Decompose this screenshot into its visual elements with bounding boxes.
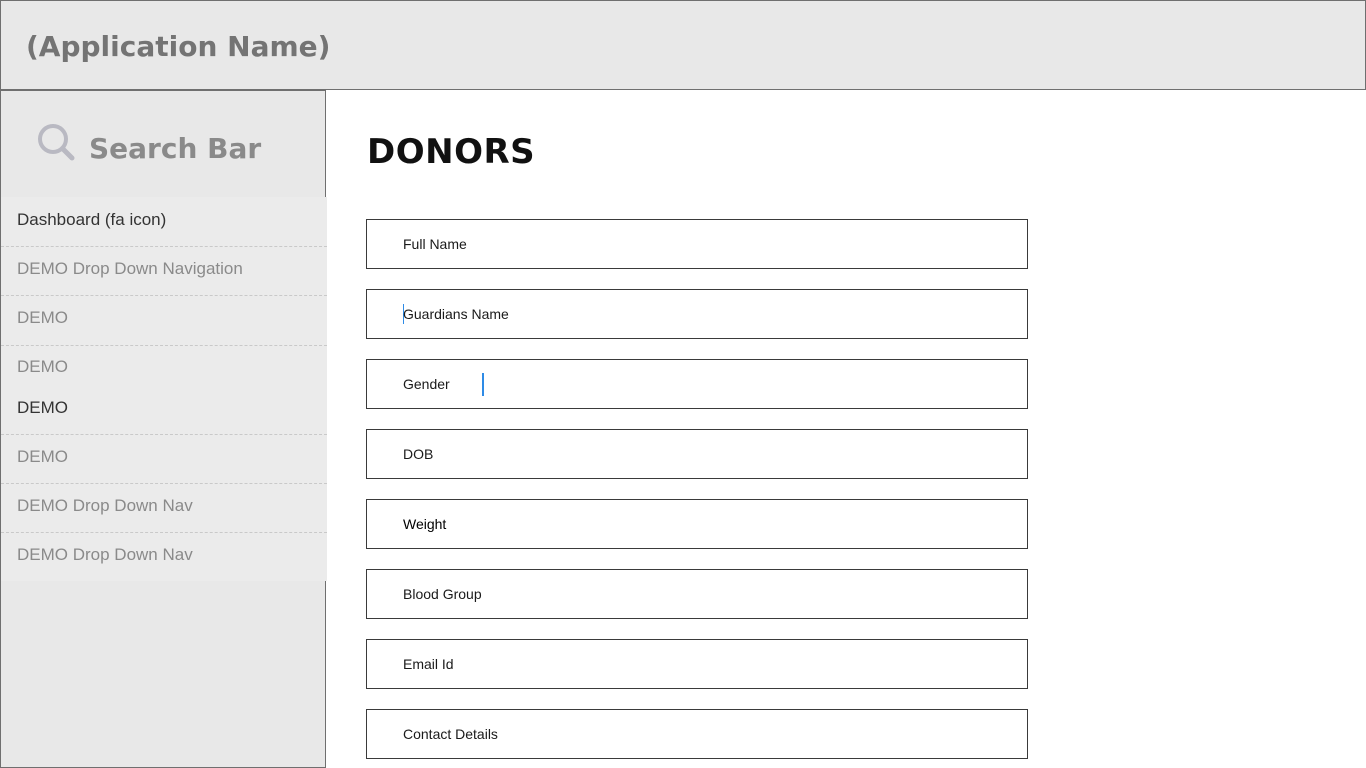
- guardians-name-label: Guardians Name: [403, 306, 509, 322]
- sidebar: Search Bar Dashboard (fa icon) DEMO Drop…: [0, 90, 327, 768]
- search-icon: [38, 124, 75, 161]
- dob-field[interactable]: DOB: [366, 429, 1028, 479]
- sidebar-item-dashboard[interactable]: Dashboard (fa icon): [1, 209, 327, 231]
- page-title: DONORS: [367, 132, 536, 172]
- nav-divider: [1, 295, 327, 296]
- blood-group-field[interactable]: Blood Group: [366, 569, 1028, 619]
- app-header: (Application Name): [0, 0, 1366, 90]
- sidebar-item-demo-drop-down-nav-2[interactable]: DEMO Drop Down Nav: [1, 544, 327, 566]
- gender-label: Gender: [403, 376, 450, 392]
- guardians-name-field[interactable]: Guardians Name: [366, 289, 1028, 339]
- sidebar-item-demo-drop-down-nav-1[interactable]: DEMO Drop Down Nav: [1, 495, 327, 517]
- nav-divider: [1, 483, 327, 484]
- contact-details-label: Contact Details: [403, 726, 498, 742]
- text-caret: [482, 373, 484, 396]
- blood-group-label: Blood Group: [403, 586, 482, 602]
- dob-label: DOB: [403, 446, 434, 462]
- sidebar-item-demo-4[interactable]: DEMO: [1, 446, 327, 468]
- gender-field[interactable]: Gender: [366, 359, 1028, 409]
- sidebar-nav: Dashboard (fa icon) DEMO Drop Down Navig…: [1, 197, 327, 581]
- sidebar-item-demo-drop-down-navigation[interactable]: DEMO Drop Down Navigation: [1, 258, 327, 280]
- search-placeholder: Search Bar: [89, 132, 262, 165]
- contact-details-field[interactable]: Contact Details: [366, 709, 1028, 759]
- sidebar-item-demo-3[interactable]: DEMO: [1, 397, 327, 419]
- app-name: (Application Name): [26, 30, 331, 63]
- full-name-field[interactable]: Full Name: [366, 219, 1028, 269]
- nav-divider: [1, 246, 327, 247]
- weight-field[interactable]: Weight: [366, 499, 1028, 549]
- full-name-label: Full Name: [403, 236, 467, 252]
- nav-divider: [1, 345, 327, 346]
- sidebar-item-demo-1[interactable]: DEMO: [1, 307, 327, 329]
- email-id-field[interactable]: Email Id: [366, 639, 1028, 689]
- weight-label: Weight: [403, 516, 447, 532]
- email-id-label: Email Id: [403, 656, 454, 672]
- nav-divider: [1, 532, 327, 533]
- nav-divider: [1, 434, 327, 435]
- sidebar-item-demo-2[interactable]: DEMO: [1, 356, 327, 378]
- search-bar[interactable]: Search Bar: [1, 91, 325, 197]
